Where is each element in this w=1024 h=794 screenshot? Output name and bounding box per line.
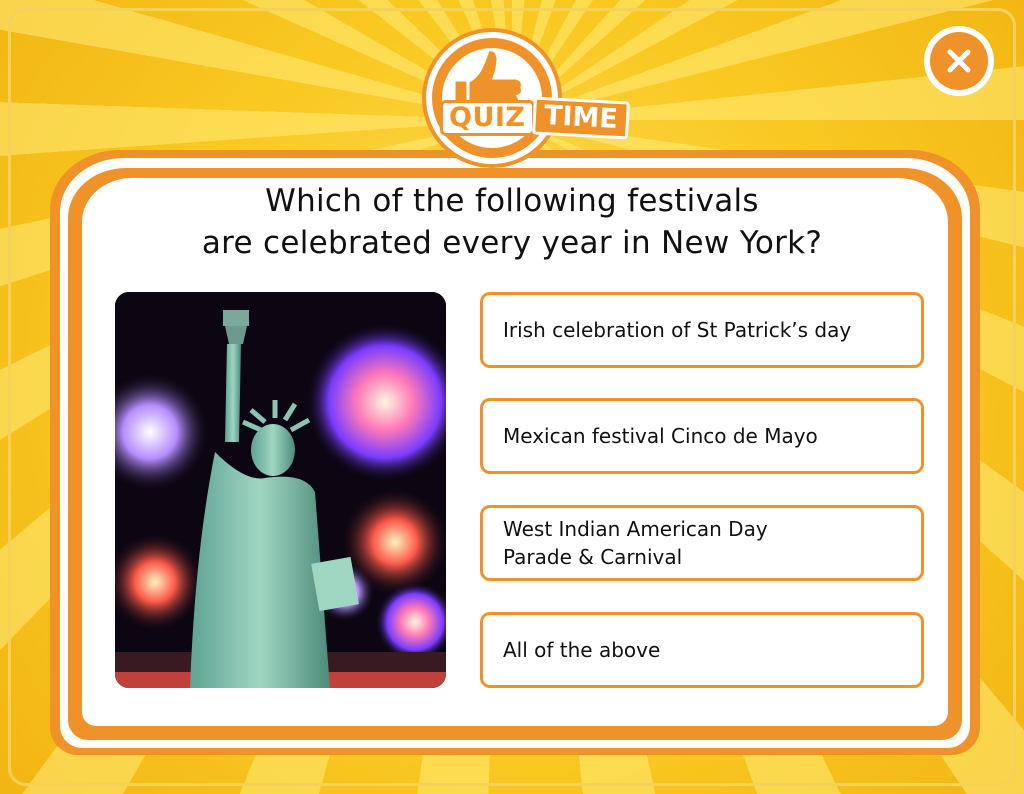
time-word: TIME: [531, 96, 630, 140]
question-text: Which of the following festivals are cel…: [120, 180, 904, 264]
answer-option-3[interactable]: West Indian American Day Parade & Carniv…: [480, 505, 924, 581]
question-image: [115, 292, 446, 688]
close-button[interactable]: [924, 26, 994, 96]
answer-option-4[interactable]: All of the above: [480, 612, 924, 688]
question-line-2: are celebrated every year in New York?: [201, 225, 823, 261]
quiz-time-label: QUIZ TIME: [440, 96, 630, 140]
question-line-1: Which of the following festivals: [265, 183, 759, 219]
answer-option-2[interactable]: Mexican festival Cinco de Mayo: [480, 398, 924, 474]
close-icon: [947, 49, 971, 73]
quiz-word: QUIZ: [440, 100, 535, 136]
answer-option-1[interactable]: Irish celebration of St Patrick’s day: [480, 292, 924, 368]
